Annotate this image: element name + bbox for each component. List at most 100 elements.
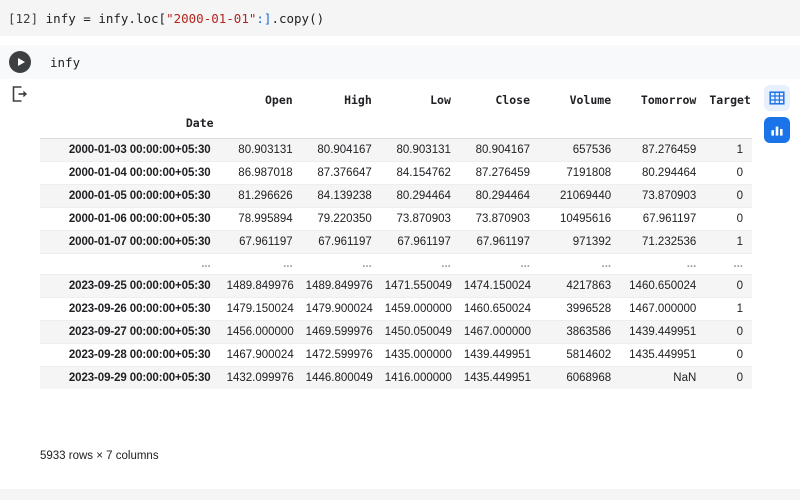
table-row: 2000-01-07 00:00:00+05:30 67.961197 67.961… <box>40 230 752 254</box>
table-row: 2023-09-26 00:00:00+05:30 1479.150024 1479… <box>40 297 752 321</box>
cell-close: 1439.449951 <box>463 349 532 361</box>
row-index-cell: 2000-01-06 00:00:00+05:30 <box>68 213 211 225</box>
cell-high: 1446.800049 <box>305 372 373 384</box>
cell-target: 0 <box>736 190 743 202</box>
run-cell-row[interactable]: infy <box>0 45 800 79</box>
run-cell-code: infy <box>50 54 81 70</box>
cell-tomorrow: NaN <box>673 372 697 384</box>
table-row: 2023-09-27 00:00:00+05:30 1456.000000 1469… <box>40 320 752 344</box>
cell-volume: 3996528 <box>566 303 612 315</box>
cell-close: 1460.650024 <box>463 303 532 315</box>
cell-high: 87.376647 <box>317 167 372 179</box>
cell-volume: 6068968 <box>566 372 612 384</box>
bar-chart-icon <box>771 126 783 136</box>
cell-high: 1472.599976 <box>305 349 373 361</box>
index-row-pad-7 <box>705 112 752 139</box>
index-name-label: Date <box>185 116 214 130</box>
corner-blank <box>40 86 223 112</box>
column-header-target: Target <box>709 93 751 107</box>
table-row: 2023-09-25 00:00:00+05:30 1489.849976 1489… <box>40 274 752 298</box>
cell-target: 1 <box>736 144 743 156</box>
cell-open: 1456.000000 <box>226 326 294 338</box>
row-index-cell: 2023-09-29 00:00:00+05:30 <box>68 372 211 384</box>
cell-target: 0 <box>736 213 743 225</box>
cell-high: 67.961197 <box>318 236 372 248</box>
index-row-pad-4 <box>460 112 539 139</box>
table-row: 2000-01-05 00:00:00+05:30 81.296626 84.139… <box>40 184 752 208</box>
cell-open: 1467.900024 <box>226 349 294 361</box>
index-row-pad-5 <box>539 112 620 139</box>
column-header-close: Close <box>495 93 530 107</box>
cell-tomorrow: 73.870903 <box>641 190 697 202</box>
cell-high: 79.220350 <box>317 213 372 225</box>
cell-close: 80.904167 <box>475 144 530 156</box>
cell-close: 1435.449951 <box>463 372 532 384</box>
cell-ellipsis: ... <box>362 258 372 270</box>
cell-tomorrow: 80.294464 <box>641 167 697 179</box>
row-index-cell: 2023-09-26 00:00:00+05:30 <box>68 303 211 315</box>
cell-close: 87.276459 <box>475 167 530 179</box>
cell-low: 1471.550049 <box>384 280 452 292</box>
cell-close: 73.870903 <box>475 213 530 225</box>
row-index-cell: 2023-09-25 00:00:00+05:30 <box>68 280 211 292</box>
column-header-high: High <box>344 93 372 107</box>
column-header-volume: Volume <box>569 93 612 107</box>
column-header-open: Open <box>264 93 293 107</box>
row-index-cell: 2000-01-04 00:00:00+05:30 <box>68 167 211 179</box>
cell-low: 1450.050049 <box>384 326 452 338</box>
index-row-pad-3 <box>381 112 460 139</box>
column-header-tomorrow: Tomorrow <box>640 93 697 107</box>
cell-volume: 7191808 <box>566 167 612 179</box>
cell-open: 86.987018 <box>238 167 293 179</box>
table-row: 2023-09-29 00:00:00+05:30 1432.099976 1446… <box>40 366 752 389</box>
cell-tomorrow: 87.276459 <box>641 144 697 156</box>
table-icon <box>769 91 785 105</box>
view-as-chart-button[interactable] <box>764 117 790 143</box>
cell-low: 67.961197 <box>397 236 451 248</box>
next-cell-strip[interactable] <box>0 489 800 500</box>
code-segment-3: .copy() <box>271 10 325 26</box>
cell-low: 1416.000000 <box>384 372 452 384</box>
row-index-cell: 2000-01-07 00:00:00+05:30 <box>68 236 211 248</box>
dataframe-output: Open High Low Close Volume Tomorrow Targ… <box>40 86 752 389</box>
row-index-cell: 2023-09-27 00:00:00+05:30 <box>68 326 211 338</box>
cell-low: 73.870903 <box>396 213 451 225</box>
cell-low: 84.154762 <box>396 167 451 179</box>
view-as-table-button[interactable] <box>764 85 790 111</box>
play-icon[interactable] <box>9 51 31 73</box>
table-row: 2000-01-03 00:00:00+05:30 80.903131 80.904… <box>40 138 752 162</box>
cell-open: 67.961197 <box>239 236 293 248</box>
cell-tomorrow: 71.232536 <box>641 236 697 248</box>
cell-low: 80.294464 <box>396 190 451 202</box>
column-header-row: Open High Low Close Volume Tomorrow Targ… <box>40 86 752 112</box>
table-row: 2023-09-28 00:00:00+05:30 1467.900024 1472… <box>40 343 752 367</box>
cell-target: 0 <box>736 280 743 292</box>
cell-volume: 21069440 <box>559 190 612 202</box>
row-index-cell: 2000-01-03 00:00:00+05:30 <box>68 144 211 156</box>
cell-ellipsis: ... <box>283 258 293 270</box>
row-index-cell: 2000-01-05 00:00:00+05:30 <box>68 190 211 202</box>
cell-ellipsis: ... <box>601 258 612 270</box>
cell-tomorrow: 1435.449951 <box>629 349 697 361</box>
dataframe-header: Open High Low Close Volume Tomorrow Targ… <box>40 86 752 139</box>
cell-open: 1479.150024 <box>226 303 294 315</box>
cell-tomorrow: 1467.000000 <box>629 303 697 315</box>
cell-high: 80.904167 <box>317 144 372 156</box>
cell-open: 1489.849976 <box>226 280 294 292</box>
cell-target: 1 <box>736 236 743 248</box>
cell-close: 67.961197 <box>476 236 530 248</box>
cell-low: 1459.000000 <box>384 303 452 315</box>
dataframe-table: Open High Low Close Volume Tomorrow Targ… <box>40 86 752 389</box>
code-segment-2: :] <box>256 10 272 26</box>
dataframe-shape-label: 5933 rows × 7 columns <box>40 450 159 462</box>
output-export-icon[interactable] <box>10 84 30 104</box>
code-cell[interactable]: [12] infy = infy.loc["2000-01-01":].copy… <box>0 0 800 36</box>
cell-open: 1432.099976 <box>226 372 294 384</box>
index-row-pad-2 <box>302 112 381 139</box>
cell-ellipsis: ... <box>733 258 743 270</box>
cell-high: 1479.900024 <box>305 303 373 315</box>
cell-open: 78.995894 <box>238 213 293 225</box>
cell-target: 0 <box>736 326 743 338</box>
cell-high: 84.139238 <box>317 190 372 202</box>
